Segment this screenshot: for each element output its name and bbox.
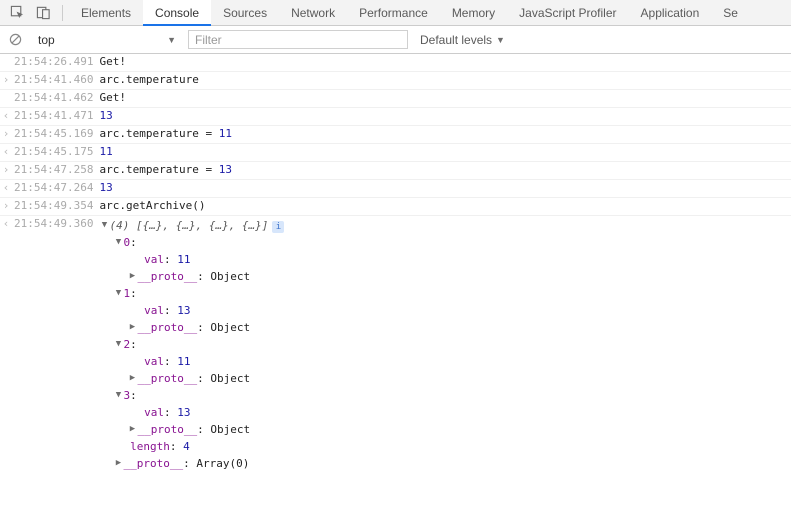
timestamp: 21:54:41.460 [12,73,99,86]
tree-proto[interactable]: ▶__proto__: Object [99,421,791,438]
timestamp: 21:54:49.354 [12,199,99,212]
context-selector[interactable]: top ▼ [32,30,182,50]
output-arrow-icon: ‹ [0,217,12,230]
timestamp: 21:54:26.491 [12,55,99,68]
output-arrow-icon: ‹ [0,109,12,122]
device-toggle-icon[interactable] [30,0,56,26]
tree-index[interactable]: ▼1: [99,285,791,302]
console-row[interactable]: 21:54:41.462Get! [0,90,791,108]
console-row[interactable]: ‹21:54:41.47113 [0,108,791,126]
chevron-down-icon: ▼ [167,35,176,45]
input-arrow-icon: › [0,199,12,212]
expanded-icon[interactable]: ▼ [99,217,109,234]
expanded-icon[interactable]: ▼ [113,336,123,353]
console-row[interactable]: ‹21:54:45.17511 [0,144,791,162]
timestamp: 21:54:47.258 [12,163,99,176]
log-message: 13 [99,181,791,194]
output-arrow-icon: ‹ [0,181,12,194]
log-message: 13 [99,109,791,122]
chevron-down-icon: ▼ [496,35,505,45]
inspect-icon[interactable] [4,0,30,26]
tree-proto[interactable]: ▶__proto__: Array(0) [99,455,791,472]
input-arrow-icon: › [0,127,12,140]
tree-prop-val[interactable]: val: 11 [99,251,791,268]
collapsed-icon[interactable]: ▶ [127,319,137,336]
tree-length[interactable]: length: 4 [99,438,791,455]
filter-input[interactable] [188,30,408,49]
tab-elements[interactable]: Elements [69,0,143,26]
timestamp: 21:54:41.462 [12,91,99,104]
collapsed-icon[interactable]: ▶ [127,421,137,438]
console-log[interactable]: 21:54:26.491Get!›21:54:41.460arc.tempera… [0,54,791,511]
tab-console[interactable]: Console [143,0,211,26]
log-message: Get! [99,55,791,68]
expanded-icon[interactable]: ▼ [113,234,123,251]
timestamp: 21:54:45.169 [12,127,99,140]
info-icon[interactable]: i [272,221,284,233]
console-row[interactable]: ‹21:54:47.26413 [0,180,791,198]
timestamp: 21:54:47.264 [12,181,99,194]
input-arrow-icon: › [0,73,12,86]
tabbar-divider [62,5,63,21]
tree-proto[interactable]: ▶__proto__: Object [99,370,791,387]
timestamp: 21:54:41.471 [12,109,99,122]
tree-proto[interactable]: ▶__proto__: Object [99,268,791,285]
tab-se[interactable]: Se [711,0,750,26]
tree-prop-val[interactable]: val: 11 [99,353,791,370]
tab-application[interactable]: Application [629,0,712,26]
devtools-tabbar: ElementsConsoleSourcesNetworkPerformance… [0,0,791,26]
output-arrow-icon: ‹ [0,145,12,158]
expanded-icon[interactable]: ▼ [113,285,123,302]
log-message: arc.temperature = 13 [99,163,791,176]
clear-console-icon[interactable] [4,29,26,51]
tab-javascript-profiler[interactable]: JavaScript Profiler [507,0,628,26]
log-message: arc.temperature [99,73,791,86]
tree-index[interactable]: ▼0: [99,234,791,251]
tab-sources[interactable]: Sources [211,0,279,26]
console-row[interactable]: ›21:54:45.169arc.temperature = 11 [0,126,791,144]
collapsed-icon[interactable]: ▶ [113,455,123,472]
tree-prop-val[interactable]: val: 13 [99,404,791,421]
tab-network[interactable]: Network [279,0,347,26]
input-arrow-icon: › [0,163,12,176]
levels-label: Default levels [420,33,492,47]
context-label: top [38,33,55,47]
log-levels-selector[interactable]: Default levels ▼ [414,33,511,47]
collapsed-icon[interactable]: ▶ [127,370,137,387]
tree-index[interactable]: ▼3: [99,387,791,404]
log-message: 11 [99,145,791,158]
tree-root[interactable]: ▼(4) [{…}, {…}, {…}, {…}]i [99,217,791,234]
log-message: Get! [99,91,791,104]
tab-memory[interactable]: Memory [440,0,507,26]
console-row[interactable]: ‹21:54:49.360▼(4) [{…}, {…}, {…}, {…}]i▼… [0,216,791,473]
console-row[interactable]: ›21:54:49.354arc.getArchive() [0,198,791,216]
tabs-host: ElementsConsoleSourcesNetworkPerformance… [69,0,750,26]
log-message: arc.getArchive() [99,199,791,212]
object-tree[interactable]: ▼(4) [{…}, {…}, {…}, {…}]i▼0: val: 11▶__… [99,217,791,472]
console-row[interactable]: ›21:54:47.258arc.temperature = 13 [0,162,791,180]
tree-index[interactable]: ▼2: [99,336,791,353]
console-row[interactable]: ›21:54:41.460arc.temperature [0,72,791,90]
console-toolbar: top ▼ Default levels ▼ [0,26,791,54]
tab-performance[interactable]: Performance [347,0,440,26]
log-message: arc.temperature = 11 [99,127,791,140]
timestamp: 21:54:45.175 [12,145,99,158]
console-row[interactable]: 21:54:26.491Get! [0,54,791,72]
expanded-icon[interactable]: ▼ [113,387,123,404]
tree-prop-val[interactable]: val: 13 [99,302,791,319]
timestamp: 21:54:49.360 [12,217,99,230]
tree-proto[interactable]: ▶__proto__: Object [99,319,791,336]
collapsed-icon[interactable]: ▶ [127,268,137,285]
